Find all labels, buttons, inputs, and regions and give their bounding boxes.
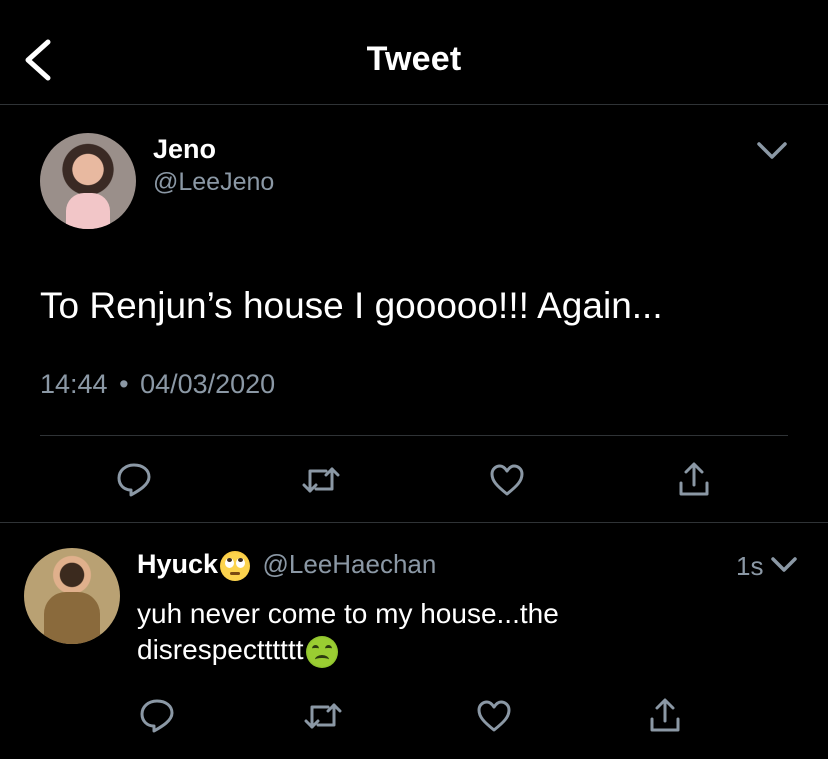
nauseated-face-emoji-icon [305,635,338,668]
avatar[interactable] [40,133,136,229]
like-button[interactable] [489,463,525,497]
reply-retweet-button[interactable] [304,699,342,733]
reply-reply-button[interactable] [139,697,175,733]
meta-separator: • [119,369,129,399]
tweet-divider [0,522,828,523]
retweet-button[interactable] [302,463,340,497]
tweet-timestamp: 14:44 • 04/03/2020 [40,369,275,400]
reply-icon [117,463,151,497]
header-divider [0,104,828,105]
author-name[interactable]: Jeno [153,134,216,165]
reply-author-name[interactable]: Hyuck [137,549,218,579]
meta-divider [40,435,788,436]
reply-like-button[interactable] [476,699,512,733]
reply-header: Hyuck @LeeHaechan [137,549,436,581]
page-title: Tweet [366,40,462,78]
tweet-options-button[interactable] [754,137,790,163]
reply-avatar[interactable] [24,548,120,644]
heart-icon [477,700,511,732]
tweet-date: 04/03/2020 [140,369,276,399]
tweet-time: 14:44 [40,369,108,399]
reply-options-button[interactable] [769,553,799,575]
share-button[interactable] [677,461,711,497]
heart-icon [490,464,524,496]
reply-button[interactable] [116,461,152,497]
author-handle[interactable]: @LeeJeno [153,168,274,197]
reply-age: 1s [736,551,764,581]
chevron-down-icon [757,142,787,159]
reply-share-button[interactable] [648,697,682,733]
chevron-down-icon [771,557,797,572]
retweet-icon [302,467,340,493]
share-icon [650,698,680,732]
eye-roll-emoji-icon [220,550,251,581]
reply-author-handle[interactable]: @LeeHaechan [263,549,437,579]
reply-text-body: yuh never come to my house...the disresp… [137,598,559,665]
share-icon [679,462,709,496]
retweet-icon [304,703,342,729]
reply-text: yuh never come to my house...the disresp… [137,596,657,668]
reply-icon [140,699,174,733]
tweet-text: To Renjun’s house I gooooo!!! Again... [40,285,663,326]
